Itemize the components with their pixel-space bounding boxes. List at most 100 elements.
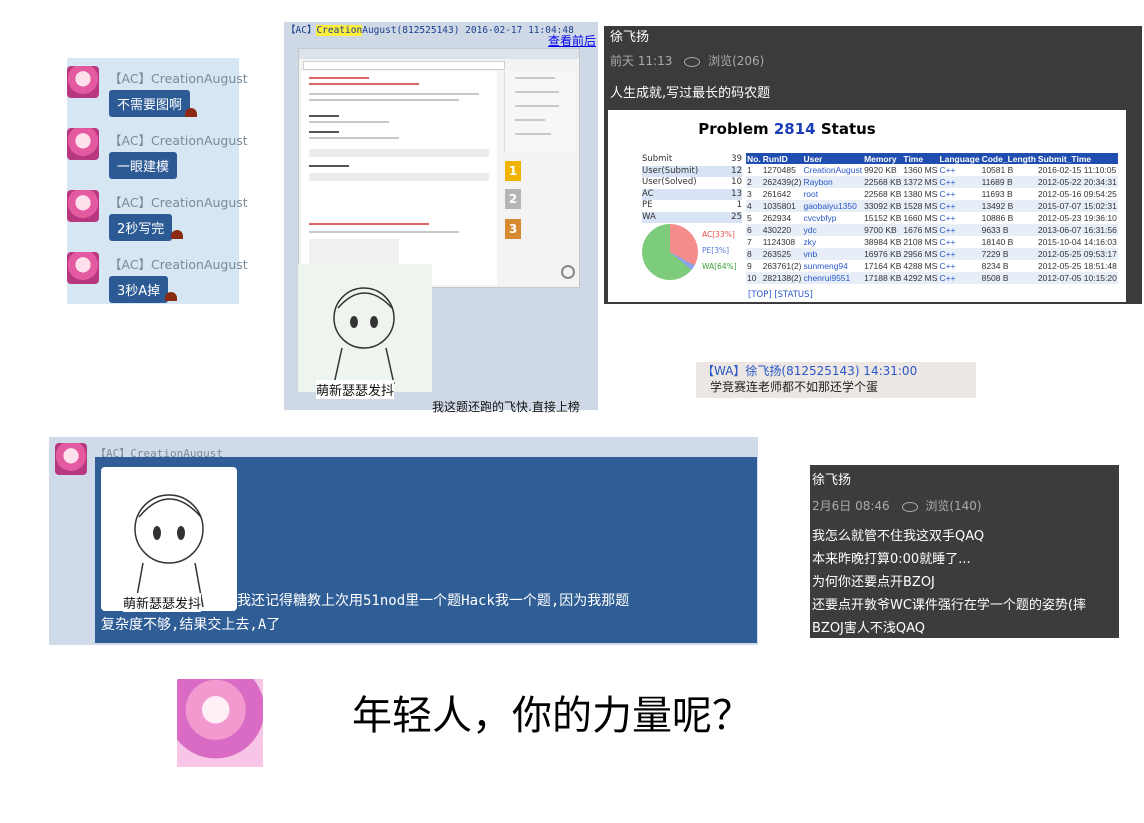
- post-time: 前天 11:13: [610, 54, 673, 68]
- chat-message: 【AC】CreationAugust 一眼建模: [67, 126, 248, 186]
- post-meta: 前天 11:13 浏览(206): [610, 52, 764, 69]
- stat-row: AC 13: [642, 188, 742, 200]
- table-cell[interactable]: C++: [938, 164, 980, 176]
- column-header[interactable]: User: [802, 153, 864, 164]
- table-cell: 430220: [761, 224, 803, 236]
- table-cell: 2012-07-05 10:15:20: [1036, 272, 1118, 284]
- table-cell: 11693 B: [981, 189, 1013, 199]
- stat-value: 13: [731, 188, 742, 199]
- table-cell[interactable]: C++: [938, 188, 980, 200]
- column-header[interactable]: Code_Length: [980, 153, 1037, 164]
- column-header[interactable]: Language: [938, 153, 981, 164]
- stat-label: AC: [642, 188, 654, 199]
- table-cell: 1360 MS: [903, 165, 938, 175]
- rank-1-badge: 1: [505, 161, 521, 181]
- post-author: 徐飞扬: [812, 473, 852, 488]
- browser-tabs: [299, 49, 579, 59]
- column-header[interactable]: No.: [746, 153, 762, 164]
- post-line: 还要点开敦爷WC课件强行在学一个题的姿势(摔: [812, 598, 1087, 613]
- sender-name: 【AC】CreationAugust: [109, 195, 248, 210]
- column-header[interactable]: Time: [902, 153, 939, 164]
- table-row: 8 263525 vnb 16976 KB 2956 MS C++ 7229 B 2012-0…: [746, 248, 1118, 260]
- screenshot-panel: 【AC】CreationAugust(812525143) 2016-02-17…: [284, 22, 598, 414]
- table-cell[interactable]: vnb: [802, 248, 864, 260]
- stat-value: 25: [731, 211, 742, 222]
- chat-panel: 【AC】CreationAugust 不需要图啊 【AC】CreationAug…: [67, 58, 248, 304]
- post-line: BZOJ害人不浅QAQ: [812, 621, 926, 636]
- table-cell[interactable]: zky: [802, 236, 863, 248]
- stat-value: 39: [731, 154, 742, 164]
- message-bubble: 不需要图啊: [109, 90, 191, 117]
- table-cell[interactable]: C++: [938, 176, 981, 188]
- browser-url-bar: [303, 61, 505, 70]
- table-cell[interactable]: CreationAugust: [802, 164, 863, 176]
- table-cell: 1270485: [762, 165, 796, 175]
- table-cell: 4: [746, 200, 762, 212]
- table-cell: 263525: [761, 248, 803, 260]
- status-table: No. RunID User Memory Time Language Code_Lengt…: [746, 153, 1118, 284]
- table-cell: 17164 KB: [864, 261, 902, 271]
- hat-icon: [171, 230, 183, 239]
- table-cell: 262439(2): [761, 176, 803, 188]
- header-rest: August(812525143) 2016-02-17 11:04:48: [362, 25, 574, 36]
- table-row: 3 261642 root 22568 KB 1380 MS C++ 11693 B 2012…: [746, 188, 1118, 200]
- table-cell[interactable]: ydc: [802, 224, 864, 236]
- table-cell: 9920 KB: [864, 165, 897, 175]
- table-cell[interactable]: Raybon: [802, 176, 864, 188]
- table-cell: 33092 KB: [863, 200, 903, 212]
- table-cell[interactable]: C++: [938, 272, 981, 284]
- column-header[interactable]: Submit_Time: [1036, 153, 1118, 164]
- table-cell: 1660 MS: [903, 213, 938, 223]
- column-header[interactable]: RunID: [761, 153, 803, 164]
- message-text: 我这题还跑的飞快.直接上榜: [432, 400, 580, 414]
- table-cell: 17188 KB: [863, 272, 903, 284]
- table-cell: 2013-06-07 16:31:56: [1036, 224, 1118, 236]
- column-header[interactable]: Memory: [863, 153, 903, 164]
- table-cell: 10: [746, 272, 762, 284]
- table-cell[interactable]: root: [802, 188, 863, 200]
- sender-name: 【AC】CreationAugust: [109, 71, 248, 86]
- chat-message: 【AC】CreationAugust 2秒写完: [67, 188, 248, 248]
- post-time: 2月6日 08:46: [812, 499, 890, 513]
- avatar: [67, 128, 99, 160]
- table-cell[interactable]: C++: [938, 200, 981, 212]
- pie-legend-item: WA[64%]: [702, 262, 737, 271]
- eye-icon: [684, 56, 701, 67]
- zoom-icon[interactable]: [561, 265, 575, 279]
- table-cell: 5: [747, 213, 752, 223]
- hat-icon: [185, 108, 197, 117]
- view-context-link[interactable]: 查看前后: [548, 32, 596, 49]
- pie-legend-item: PE[3%]: [702, 246, 730, 255]
- status-links[interactable]: [TOP] [STATUS]: [748, 290, 813, 300]
- message-line-2: 复杂度不够,结果交上去,A了: [101, 617, 281, 633]
- table-cell[interactable]: sunmeng94: [802, 260, 863, 272]
- table-cell: 2015-10-04 14:16:03: [1037, 237, 1117, 247]
- table-row: 7 1124308 zky 38984 KB 2108 MS C++ 18140 B 2015…: [746, 236, 1118, 248]
- table-cell: 2012-05-22 20:34:31: [1036, 176, 1118, 188]
- table-cell: 4288 MS: [903, 261, 938, 271]
- table-cell[interactable]: C++: [938, 260, 980, 272]
- message-bubble: 一眼建模: [109, 152, 178, 179]
- stat-label: User(Submit): [642, 165, 699, 176]
- table-cell[interactable]: cvcvbfyp: [802, 212, 863, 224]
- table-cell[interactable]: gaobaiyu1350: [802, 200, 864, 212]
- table-cell[interactable]: C++: [938, 224, 981, 236]
- stat-row: WA 25: [642, 211, 742, 223]
- table-cell: 261642: [762, 189, 792, 199]
- stat-row: User(Submit) 12: [642, 165, 742, 177]
- result-pie-chart: [642, 224, 698, 280]
- table-cell: 2012-05-16 09:54:25: [1037, 189, 1117, 199]
- table-cell: 1372 MS: [902, 176, 939, 188]
- table-cell[interactable]: chenrui9551: [802, 272, 864, 284]
- table-cell: 1035801: [761, 200, 803, 212]
- avatar: [55, 443, 87, 475]
- table-cell[interactable]: C++: [938, 248, 981, 260]
- table-cell: 9: [747, 261, 752, 271]
- table-cell[interactable]: C++: [938, 236, 980, 248]
- sender-name: 【AC】CreationAugust: [109, 133, 248, 148]
- table-cell: 8508 B: [980, 272, 1037, 284]
- table-cell[interactable]: C++: [938, 212, 980, 224]
- table-cell: 7: [747, 237, 752, 247]
- table-cell: 9633 B: [980, 224, 1037, 236]
- table-cell: 1380 MS: [903, 189, 938, 199]
